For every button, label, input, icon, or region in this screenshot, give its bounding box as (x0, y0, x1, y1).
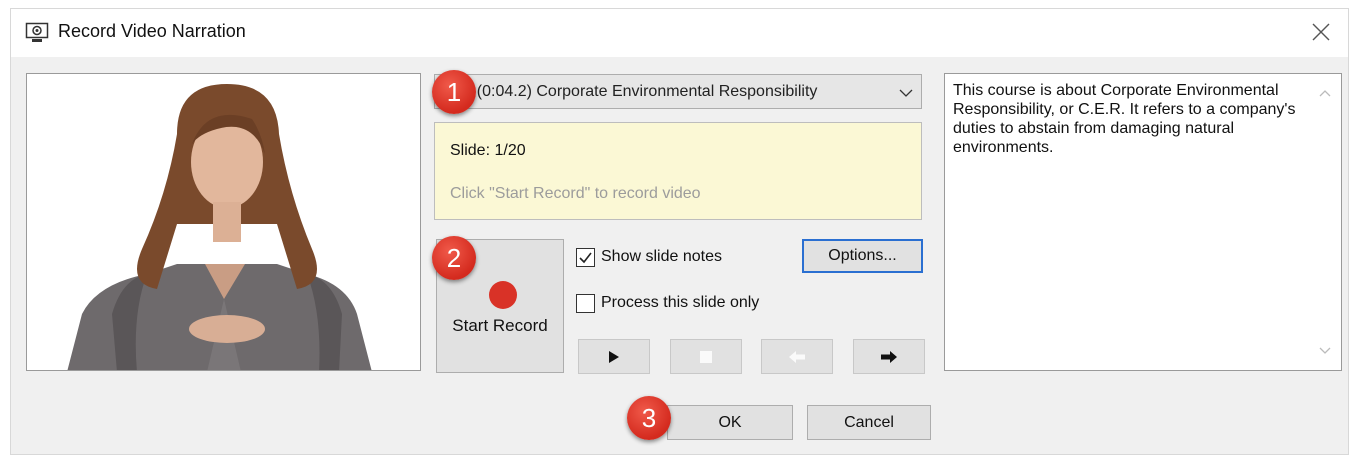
chevron-down-icon (899, 86, 913, 98)
checkbox-checked[interactable] (576, 247, 595, 267)
cancel-button[interactable]: Cancel (807, 405, 931, 440)
close-icon (1312, 23, 1330, 41)
video-preview (26, 73, 421, 371)
checkbox-unchecked[interactable] (576, 293, 595, 313)
webcam-icon (25, 22, 49, 44)
record-video-narration-dialog: Record Video Narration 1. (0:04.2) Corpo… (10, 8, 1349, 455)
slide-counter: Slide: 1/20 (450, 142, 526, 159)
slide-dropdown[interactable]: 1. (0:04.2) Corporate Environmental Resp… (434, 74, 922, 109)
record-dot-icon (489, 281, 517, 309)
slide-dropdown-value: 1. (0:04.2) Corporate Environmental Resp… (459, 83, 818, 100)
scroll-down-icon[interactable] (1319, 342, 1331, 360)
play-button[interactable] (578, 339, 650, 374)
ok-button[interactable]: OK (667, 405, 793, 440)
play-icon (609, 350, 619, 363)
arrow-right-icon (881, 350, 897, 363)
back-button[interactable] (761, 339, 833, 374)
annotation-badge-3: 3 (627, 396, 671, 440)
annotation-badge-2: 2 (432, 236, 476, 280)
annotation-badge-1: 1 (432, 70, 476, 114)
record-hint: Click "Start Record" to record video (450, 185, 701, 202)
stop-icon (700, 350, 712, 363)
arrow-left-icon (789, 350, 805, 363)
scroll-up-icon[interactable] (1319, 84, 1331, 102)
options-button[interactable]: Options... (802, 239, 923, 273)
next-button[interactable] (853, 339, 925, 374)
title-bar: Record Video Narration (11, 9, 1348, 57)
start-record-label: Start Record (452, 316, 548, 335)
slide-notes-text: This course is about Corporate Environme… (953, 82, 1296, 156)
process-slide-only-label: Process this slide only (601, 294, 760, 311)
slide-info-panel: Slide: 1/20 Click "Start Record" to reco… (434, 122, 922, 220)
process-slide-only-checkbox[interactable]: Process this slide only (576, 291, 759, 315)
close-button[interactable] (1306, 17, 1336, 47)
show-slide-notes-checkbox[interactable]: Show slide notes (576, 245, 722, 269)
checkmark-icon (579, 252, 592, 263)
presenter-image (67, 84, 372, 370)
slide-notes-textarea[interactable]: This course is about Corporate Environme… (944, 73, 1342, 371)
show-slide-notes-label: Show slide notes (601, 248, 722, 265)
dialog-title: Record Video Narration (58, 21, 246, 41)
stop-button[interactable] (670, 339, 742, 374)
